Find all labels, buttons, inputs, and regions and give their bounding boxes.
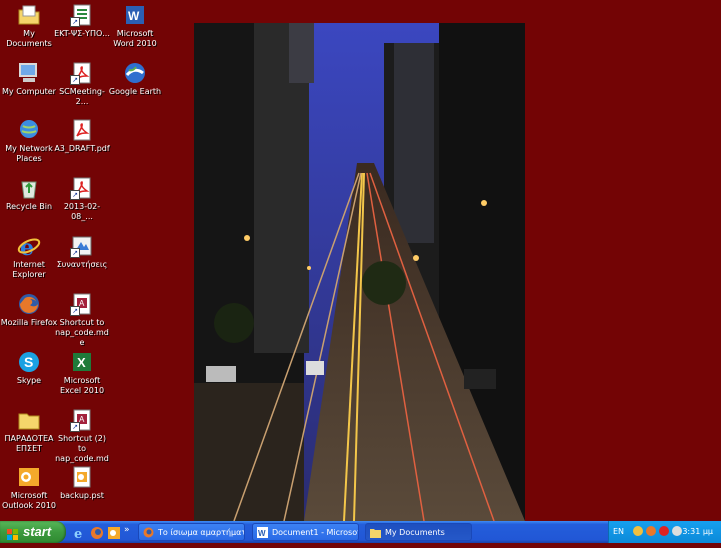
- desktop-icon-synantiseis[interactable]: ↗ Συναντήσεις: [53, 234, 111, 270]
- desktop-icon-skype[interactable]: S Skype: [0, 350, 58, 386]
- desktop-icon-label: Google Earth: [108, 87, 162, 96]
- tray-security-icon[interactable]: [659, 526, 669, 536]
- quicklaunch-firefox-icon[interactable]: [90, 525, 104, 539]
- desktop: My Documents My Computer My Network Plac…: [0, 0, 721, 521]
- task-label: Document1 - Microsof...: [272, 528, 359, 537]
- desktop-icon-microsoft-outlook[interactable]: Microsoft Outlook 2010: [0, 465, 58, 511]
- system-tray: EN 3:31 μμ: [608, 521, 721, 543]
- desktop-icon-label: Mozilla Firefox: [0, 318, 58, 327]
- skype-icon: S: [17, 350, 41, 374]
- desktop-icon-label: 2013-02-08_...: [63, 202, 101, 221]
- pdf-icon: ↗: [70, 61, 94, 85]
- desktop-icon-2013-pdf[interactable]: ↗ 2013-02-08_...: [53, 176, 111, 222]
- desktop-icon-label: Συναντήσεις: [56, 260, 108, 269]
- svg-text:W: W: [258, 529, 266, 538]
- desktop-icon-label: backup.pst: [60, 491, 104, 500]
- svg-text:W: W: [128, 9, 140, 23]
- shortcut-arrow-icon: ↗: [70, 306, 80, 316]
- desktop-icon-backup-pst[interactable]: backup.pst: [53, 465, 111, 501]
- firefox-icon: [17, 292, 41, 316]
- document-icon: ↗: [70, 3, 94, 27]
- task-button-word-document[interactable]: W Document1 - Microsof...: [252, 523, 359, 541]
- internet-explorer-icon: e: [17, 234, 41, 261]
- desktop-icon-label: Recycle Bin: [5, 202, 53, 211]
- quicklaunch-ie-icon[interactable]: e: [73, 525, 87, 542]
- start-label: start: [23, 524, 52, 539]
- task-label: Το ίσιωμα αμαρτήματα...: [158, 528, 245, 537]
- access-icon: A ↗: [70, 292, 94, 316]
- taskbar: start e » Το ίσιωμα αμαρτήματα... W Docu…: [0, 521, 721, 543]
- shortcut-arrow-icon: ↗: [70, 248, 80, 258]
- pdf-icon: ↗: [70, 176, 94, 200]
- desktop-icon-my-documents[interactable]: My Documents: [0, 3, 58, 49]
- desktop-icon-paradotea-folder[interactable]: ΠΑΡΑΔΟΤΕΑ ΕΠΣΕΤ: [0, 408, 58, 454]
- shortcut-arrow-icon: ↗: [70, 422, 80, 432]
- network-icon: [17, 118, 41, 142]
- excel-icon: X: [70, 350, 94, 374]
- desktop-icon-internet-explorer[interactable]: e Internet Explorer: [0, 234, 58, 280]
- clock[interactable]: 3:31 μμ: [682, 527, 713, 536]
- word-icon: W: [257, 527, 268, 538]
- quicklaunch-expand-icon[interactable]: »: [124, 525, 138, 539]
- start-button[interactable]: start: [0, 521, 66, 543]
- desktop-icon-label: SCMeeting-2...: [59, 87, 105, 106]
- desktop-icon-ekt-document[interactable]: ↗ EKT-ΨΣ-ΥΠΟ...: [53, 3, 111, 39]
- svg-text:X: X: [77, 355, 86, 370]
- desktop-icon-label: Internet Explorer: [12, 260, 46, 279]
- windows-logo-icon: [7, 526, 19, 540]
- desktop-icon-mozilla-firefox[interactable]: Mozilla Firefox: [0, 292, 58, 328]
- shortcut-arrow-icon: ↗: [70, 17, 80, 27]
- computer-icon: [17, 61, 41, 85]
- desktop-icon-label: ΠΑΡΑΔΟΤΕΑ ΕΠΣΕΤ: [4, 434, 54, 453]
- language-indicator[interactable]: EN: [613, 527, 624, 536]
- desktop-icon-label: Shortcut to nap_code.mde: [55, 318, 109, 347]
- pst-file-icon: [70, 465, 94, 489]
- desktop-icon-label: My Network Places: [5, 144, 53, 163]
- desktop-icon-microsoft-word[interactable]: W Microsoft Word 2010: [106, 3, 164, 49]
- desktop-icon-label: Microsoft Excel 2010: [59, 376, 105, 395]
- desktop-icon-recycle-bin[interactable]: Recycle Bin: [0, 176, 58, 212]
- desktop-icon-shortcut-nap-code[interactable]: A ↗ Shortcut to nap_code.mde: [53, 292, 111, 348]
- desktop-icon-label: A3_DRAFT.pdf: [54, 144, 110, 153]
- desktop-icon-my-network-places[interactable]: My Network Places: [0, 118, 58, 164]
- access-icon: A ↗: [70, 408, 94, 432]
- svg-text:e: e: [74, 527, 82, 540]
- folder-icon: [17, 408, 41, 432]
- wallpaper-image: [194, 23, 525, 521]
- shortcut-arrow-icon: ↗: [70, 75, 80, 85]
- firefox-icon: [143, 527, 154, 538]
- word-icon: W: [123, 3, 147, 27]
- tray-volume-icon[interactable]: [672, 526, 682, 536]
- desktop-icon-label: EKT-ΨΣ-ΥΠΟ...: [54, 29, 110, 38]
- svg-text:e: e: [20, 235, 34, 258]
- tray-app-icon[interactable]: [633, 526, 643, 536]
- tray-firefox-icon[interactable]: [646, 526, 656, 536]
- quicklaunch-outlook-icon[interactable]: [107, 525, 121, 539]
- shortcut-arrow-icon: ↗: [70, 190, 80, 200]
- outlook-icon: [17, 465, 41, 489]
- desktop-icon-label: Skype: [16, 376, 42, 385]
- desktop-icon-label: My Documents: [6, 29, 52, 48]
- svg-text:S: S: [24, 354, 33, 370]
- pdf-icon: [70, 118, 94, 142]
- desktop-icon-google-earth[interactable]: Google Earth: [106, 61, 164, 97]
- desktop-icon-scmeeting-pdf[interactable]: ↗ SCMeeting-2...: [53, 61, 111, 107]
- task-button-my-documents[interactable]: My Documents: [365, 523, 472, 541]
- task-button-firefox[interactable]: Το ίσιωμα αμαρτήματα...: [138, 523, 245, 541]
- shortcut-icon: ↗: [70, 234, 94, 258]
- desktop-icon-microsoft-excel[interactable]: X Microsoft Excel 2010: [53, 350, 111, 396]
- desktop-icon-label: Microsoft Word 2010: [113, 29, 157, 48]
- desktop-icon-my-computer[interactable]: My Computer: [0, 61, 58, 97]
- desktop-icon-a3-draft-pdf[interactable]: A3_DRAFT.pdf: [53, 118, 111, 154]
- folder-icon: [370, 527, 381, 538]
- recycle-bin-icon: [17, 176, 41, 200]
- desktop-icon-label: Microsoft Outlook 2010: [1, 491, 57, 510]
- folder-documents-icon: [17, 3, 41, 27]
- desktop-icon-label: My Computer: [2, 87, 56, 96]
- google-earth-icon: [123, 61, 147, 85]
- task-label: My Documents: [385, 528, 445, 537]
